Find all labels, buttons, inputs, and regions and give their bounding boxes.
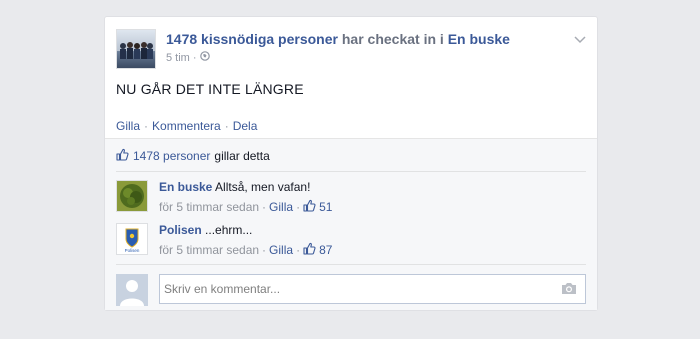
svg-text:Polisen: Polisen xyxy=(125,248,140,253)
post-timestamp[interactable]: 5 tim xyxy=(166,52,190,64)
comment-input-box[interactable] xyxy=(159,274,586,304)
likers-link[interactable]: 1478 personer xyxy=(133,149,210,163)
divider xyxy=(116,264,586,265)
thumbs-up-icon xyxy=(303,242,316,258)
chevron-down-icon[interactable] xyxy=(574,31,586,47)
camera-icon[interactable] xyxy=(561,282,577,298)
post-header: 1478 kissnödiga personer har checkat in … xyxy=(116,29,586,71)
post-card: 1478 kissnödiga personer har checkat in … xyxy=(104,16,598,311)
current-user-avatar xyxy=(116,274,148,306)
meta-separator: · xyxy=(296,243,301,257)
commenter-avatar[interactable]: Polisen xyxy=(116,223,148,255)
meta-separator: · xyxy=(262,200,267,214)
comment-body: En buske Alltså, men vafan! för 5 timmar… xyxy=(159,180,332,215)
comment-item: En buske Alltså, men vafan! för 5 timmar… xyxy=(116,180,586,214)
globe-icon[interactable] xyxy=(199,51,210,64)
comment-author[interactable]: Polisen xyxy=(159,223,202,237)
comment-author[interactable]: En buske xyxy=(159,180,212,194)
comment-like-button[interactable]: Gilla xyxy=(269,200,293,214)
thumbs-up-icon xyxy=(116,148,129,164)
comment-like-count[interactable]: 51 xyxy=(319,200,332,214)
likes-suffix: gillar detta xyxy=(214,149,270,163)
meta-separator: · xyxy=(262,243,267,257)
action-separator: · xyxy=(224,119,229,133)
actor-link[interactable]: 1478 kissnödiga personer xyxy=(166,31,338,47)
comment-timestamp[interactable]: för 5 timmar sedan xyxy=(159,200,259,214)
share-button[interactable]: Dela xyxy=(233,119,258,133)
feedback-section: 1478 personer gillar detta En buske Allt… xyxy=(105,138,597,310)
comment-like-count[interactable]: 87 xyxy=(319,243,332,257)
comment-meta: för 5 timmar sedan · Gilla · 87 xyxy=(159,242,332,258)
comment-composer xyxy=(116,274,586,306)
checkin-verb: har checkat in i xyxy=(341,31,444,47)
comment-timestamp[interactable]: för 5 timmar sedan xyxy=(159,243,259,257)
thumbs-up-icon xyxy=(303,199,316,215)
post-actions: Gilla · Kommentera · Dela xyxy=(116,119,257,133)
comment-text: Alltså, men vafan! xyxy=(215,180,311,194)
divider xyxy=(116,171,586,172)
meta-separator: · xyxy=(296,200,301,214)
comment-button[interactable]: Kommentera xyxy=(152,119,221,133)
comment-like-button[interactable]: Gilla xyxy=(269,243,293,257)
place-link[interactable]: En buske xyxy=(448,31,510,47)
comment-item: Polisen Polisen ...ehrm... för 5 timmar … xyxy=(116,223,586,257)
group-avatar[interactable] xyxy=(116,29,156,69)
action-separator: · xyxy=(144,119,149,133)
post-text: NU GÅR DET INTE LÄNGRE xyxy=(116,81,304,97)
meta-separator: · xyxy=(192,51,197,64)
like-button[interactable]: Gilla xyxy=(116,119,140,133)
commenter-avatar[interactable] xyxy=(116,180,148,212)
comment-text: ...ehrm... xyxy=(205,223,253,237)
post-meta: 5 tim · xyxy=(166,51,210,64)
post-headline: 1478 kissnödiga personer har checkat in … xyxy=(166,31,510,47)
likes-summary: 1478 personer gillar detta xyxy=(116,148,270,164)
comment-input[interactable] xyxy=(160,275,548,303)
comment-body: Polisen ...ehrm... för 5 timmar sedan · … xyxy=(159,223,332,258)
comment-meta: för 5 timmar sedan · Gilla · 51 xyxy=(159,199,332,215)
